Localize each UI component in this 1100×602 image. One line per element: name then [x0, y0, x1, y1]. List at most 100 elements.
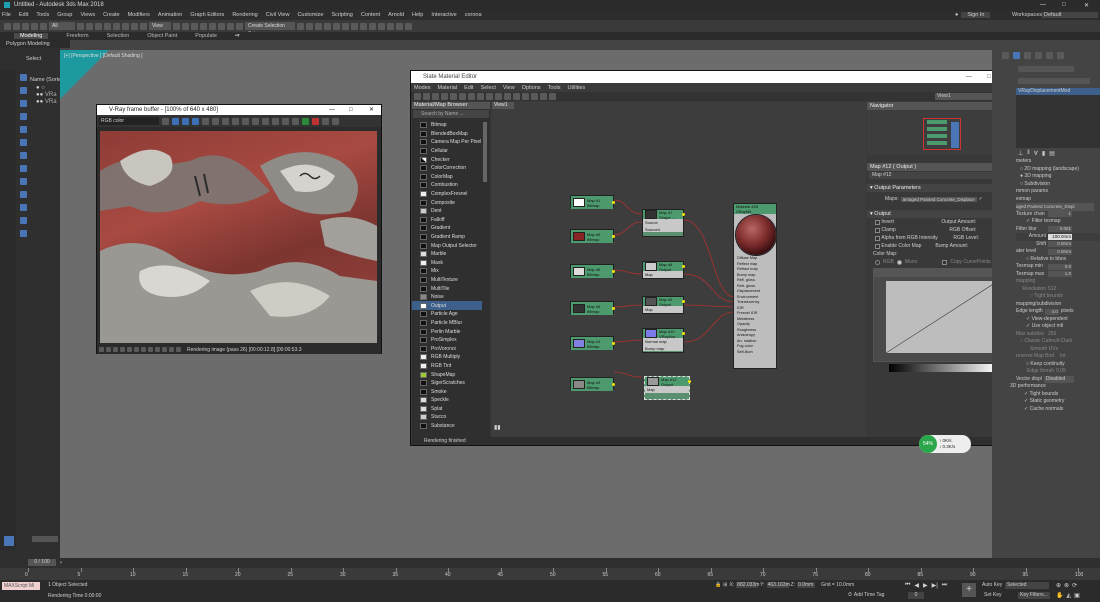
list-item[interactable]: Gradient — [412, 224, 482, 233]
node-map8[interactable]: Map #8 Output Map — [642, 261, 685, 279]
list-item[interactable]: ComplexFresnel — [412, 190, 482, 199]
sme-menu-utilities[interactable]: Utilities — [568, 85, 586, 91]
texmap-max-spinner[interactable]: 1.0 — [1048, 271, 1072, 278]
zoom-all-icon[interactable]: ⊗ — [1064, 582, 1069, 589]
modifier-item[interactable]: VRayDisplacementMod — [1016, 88, 1100, 95]
create-tab-icon[interactable] — [1002, 51, 1009, 59]
network-monitor-widget[interactable]: 54% ↑ 0K/s ↓ 0.3K/s — [919, 435, 971, 453]
x-coordinate-field[interactable]: 882.033m — [736, 582, 759, 588]
tight-bounds-2-checkbox[interactable]: Tight bounds — [1030, 391, 1059, 397]
menu-scripting[interactable]: Scripting — [331, 12, 352, 18]
unlink-icon[interactable] — [31, 22, 38, 30]
list-item[interactable]: Mix — [412, 267, 482, 276]
browser-scrollbar[interactable] — [483, 122, 487, 182]
node-map4[interactable]: Map #4 Bitmap — [570, 336, 615, 350]
vfb-status-icon[interactable] — [113, 347, 118, 352]
subdivision-radio[interactable]: Subdivision — [1024, 181, 1050, 187]
filter-helpers-icon[interactable] — [20, 126, 27, 133]
menu-customize[interactable]: Customize — [297, 12, 323, 18]
menu-group[interactable]: Group — [57, 12, 72, 18]
current-frame-field[interactable]: 0 — [908, 592, 924, 599]
material-slot[interactable]: Self-illum — [737, 350, 776, 356]
name-column-header[interactable]: Name (Sorte — [30, 77, 60, 83]
percent-snap-icon[interactable] — [218, 22, 225, 30]
sme-view-dropdown[interactable]: View1 — [935, 93, 995, 100]
list-item[interactable]: MultiTexture — [412, 276, 482, 285]
goto-end-icon[interactable]: ⏭ — [942, 582, 947, 589]
node-map5[interactable]: Map #5 Bitmap — [570, 229, 615, 243]
goto-start-icon[interactable]: ⏮ — [905, 582, 910, 589]
vfb-blue-channel-icon[interactable] — [192, 117, 199, 125]
texmap-button[interactable]: aged Painted Concrete_Displ — [1016, 203, 1094, 211]
vfb-status-icon[interactable] — [176, 347, 181, 352]
next-frame-icon[interactable]: ▶| — [932, 582, 938, 589]
filter-all-icon[interactable] — [20, 230, 27, 237]
select-by-name-icon[interactable] — [86, 22, 93, 30]
clamp-checkbox[interactable] — [875, 227, 880, 233]
menu-interactive[interactable]: Interactive — [431, 12, 456, 18]
menu-animation[interactable]: Animation — [158, 12, 182, 18]
modify-tab-icon[interactable] — [1013, 51, 1020, 59]
pin-stack-icon[interactable]: ⊥ — [1018, 150, 1023, 157]
node-map9[interactable]: Map #9 Output Map — [642, 296, 685, 314]
tab-populate[interactable]: Populate — [195, 33, 217, 39]
menu-create[interactable]: Create — [103, 12, 120, 18]
undo-icon[interactable] — [4, 22, 11, 30]
relative-bbox-checkbox[interactable]: Relative to bbox — [1030, 256, 1066, 262]
render-setup-icon[interactable] — [360, 22, 367, 30]
vfb-status-icon[interactable] — [99, 347, 104, 352]
browser-search-input[interactable]: Search by Name ... — [413, 110, 489, 118]
list-item[interactable]: MultiTile — [412, 284, 482, 293]
time-slider-next-icon[interactable]: › — [60, 560, 62, 566]
list-item[interactable]: Gradient Ramp — [412, 233, 482, 242]
keep-continuity-checkbox[interactable]: Keep continuity — [1030, 361, 1064, 367]
vfb-minimize-icon[interactable]: — — [329, 105, 335, 115]
list-item[interactable]: Substance — [412, 422, 482, 431]
absolute-mode-icon[interactable]: ⊞ — [723, 582, 727, 588]
use-object-mtl-checkbox[interactable]: Use object mtl — [1032, 323, 1064, 329]
list-item[interactable]: ShapeMap — [412, 370, 482, 379]
tight-bounds-checkbox[interactable]: Tight bounds — [1034, 293, 1063, 299]
sme-property-icon[interactable] — [513, 93, 520, 100]
menu-content[interactable]: Content — [361, 12, 380, 18]
sme-put-icon[interactable] — [432, 93, 439, 100]
sme-menu-view[interactable]: View — [503, 85, 515, 91]
select-icon[interactable] — [77, 22, 84, 30]
redo-icon[interactable] — [13, 22, 20, 30]
prev-frame-icon[interactable]: ◀ — [914, 582, 919, 589]
play-icon[interactable]: ▶ — [923, 582, 928, 589]
invert-checkbox[interactable] — [875, 219, 880, 225]
vfb-maximize-icon[interactable]: □ — [349, 105, 353, 115]
output-socket-icon[interactable] — [682, 300, 685, 303]
list-item[interactable]: Stucco — [412, 413, 482, 422]
alpha-checkbox[interactable] — [875, 235, 880, 241]
align-icon[interactable] — [306, 22, 313, 30]
selection-filter-dropdown[interactable]: All — [49, 22, 75, 30]
list-item[interactable]: RGB Tint — [412, 362, 482, 371]
list-item[interactable]: Cellular — [412, 147, 482, 156]
rect-select-icon[interactable] — [95, 22, 102, 30]
vfb-status-icon[interactable] — [134, 347, 139, 352]
vfb-render-icon[interactable] — [302, 117, 309, 125]
sme-pick-icon[interactable] — [423, 93, 430, 100]
filter-blur-spinner[interactable]: 0.001 — [1048, 226, 1072, 233]
render-icon[interactable] — [378, 22, 385, 30]
pan-icon[interactable]: ✋ — [1056, 592, 1063, 599]
key-mode-dropdown[interactable]: Selected — [1005, 582, 1049, 589]
object-name-field[interactable] — [1018, 66, 1074, 72]
output-socket-icon[interactable] — [688, 380, 691, 383]
node-view[interactable]: View1 Map #1 Bitmap Map #5 Bitmap Map #6… — [492, 102, 866, 437]
layer-icon[interactable] — [315, 22, 322, 30]
menu-file[interactable]: File — [2, 12, 11, 18]
list-item[interactable]: Noise — [412, 293, 482, 302]
maxscript-listener[interactable]: MAXScript Mi — [2, 582, 40, 590]
list-item[interactable]: Smoke — [412, 387, 482, 396]
type-3d-radio[interactable]: 3D mapping — [1024, 173, 1051, 179]
node-map4b[interactable]: Map #6 Bitmap — [570, 301, 615, 315]
vfb-status-icon[interactable] — [120, 347, 125, 352]
vfb-copy-icon[interactable] — [252, 117, 259, 125]
list-item[interactable]: Mask — [412, 259, 482, 268]
list-item[interactable]: Falloff — [412, 216, 482, 225]
menu-views[interactable]: Views — [81, 12, 96, 18]
tab-selection[interactable]: Selection — [107, 33, 130, 39]
